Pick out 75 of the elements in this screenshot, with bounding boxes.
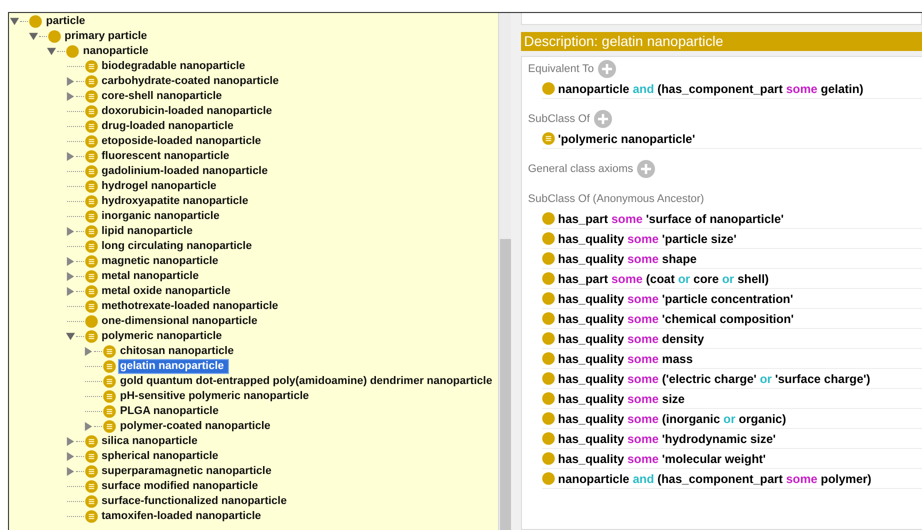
collapsed-arrow-icon[interactable] <box>66 467 74 476</box>
expanded-arrow-icon[interactable] <box>10 17 19 26</box>
tree-item[interactable]: inorganic nanoparticle <box>100 209 222 224</box>
tree-item[interactable]: particle <box>44 14 88 29</box>
collapsed-arrow-icon[interactable] <box>66 287 74 296</box>
tree-item[interactable]: metal nanoparticle <box>100 269 201 284</box>
axiom-expression[interactable]: has_quality some density <box>558 332 704 346</box>
expanded-arrow-icon[interactable] <box>28 32 38 41</box>
expanded-arrow-icon[interactable] <box>47 47 56 56</box>
tree-item[interactable]: gelatin nanoparticle <box>118 359 229 374</box>
tree-item[interactable]: surface modified nanoparticle <box>100 479 260 494</box>
axiom-expression[interactable]: has_quality some (inorganic or organic) <box>558 412 786 426</box>
collapsed-arrow-icon[interactable] <box>84 347 93 356</box>
tree-item[interactable]: methotrexate-loaded nanoparticle <box>100 299 280 314</box>
add-icon[interactable] <box>637 160 656 178</box>
axiom-expression[interactable]: has_quality some 'molecular weight' <box>558 452 766 466</box>
tree-item[interactable]: chitosan nanoparticle <box>118 344 236 359</box>
tree-item[interactable]: hydrogel nanoparticle <box>100 179 218 194</box>
axiom-expression[interactable]: has_quality some 'particle concentration' <box>558 292 794 306</box>
tree-item[interactable]: drug-loaded nanoparticle <box>100 119 236 134</box>
section-heading: General class axioms <box>528 163 634 175</box>
tree-item[interactable]: nanoparticle <box>81 44 150 59</box>
axiom-expression[interactable]: nanoparticle and (has_component_part some polymer) <box>558 472 872 486</box>
tree-item[interactable]: etoposide-loaded nanoparticle <box>100 134 264 149</box>
tree-item[interactable]: gold quantum dot-entrapped poly(amidoamine) dendrimer nanoparticle <box>118 374 494 389</box>
tree-item[interactable]: polymeric nanoparticle <box>100 329 224 344</box>
add-icon[interactable] <box>594 110 612 128</box>
collapsed-arrow-icon[interactable] <box>66 92 74 101</box>
tree-item[interactable]: spherical nanoparticle <box>100 449 220 464</box>
section-heading: Equivalent To <box>528 63 594 75</box>
tree-item[interactable]: magnetic nanoparticle <box>100 254 220 269</box>
tree-item[interactable]: doxorubicin-loaded nanoparticle <box>100 104 274 119</box>
axiom-expression[interactable]: has_part some (coat or core or shell) <box>558 272 769 286</box>
expanded-arrow-icon[interactable] <box>66 332 74 341</box>
tree-item[interactable]: metal oxide nanoparticle <box>100 284 232 299</box>
collapsed-arrow-icon[interactable] <box>66 227 74 236</box>
tree-item[interactable]: core-shell nanoparticle <box>100 89 224 104</box>
tree-item[interactable]: tamoxifen-loaded nanoparticle <box>100 509 264 524</box>
axiom-expression[interactable]: has_quality some size <box>558 392 685 406</box>
section-heading: SubClass Of (Anonymous Ancestor) <box>528 193 704 205</box>
tree-item[interactable]: carbohydrate-coated nanoparticle <box>100 74 281 89</box>
tree-item[interactable]: one-dimensional nanoparticle <box>100 314 260 329</box>
axiom-expression[interactable]: nanoparticle and (has_component_part some gelatin) <box>558 82 864 96</box>
axiom-expression[interactable]: has_quality some 'hydrodynamic size' <box>558 432 776 446</box>
axiom-expression[interactable]: has_quality some shape <box>558 252 697 266</box>
axiom-expression[interactable]: has_quality some 'particle size' <box>558 232 736 246</box>
collapsed-arrow-icon[interactable] <box>66 257 74 266</box>
collapsed-arrow-icon[interactable] <box>66 152 74 161</box>
axiom-expression[interactable]: 'polymeric nanoparticle' <box>558 132 696 146</box>
tree-item[interactable]: polymer-coated nanoparticle <box>118 419 272 434</box>
scrollbar[interactable] <box>498 13 511 530</box>
add-icon[interactable] <box>598 60 616 78</box>
axiom-expression[interactable]: has_quality some 'chemical composition' <box>558 312 794 326</box>
collapsed-arrow-icon[interactable] <box>84 422 93 431</box>
tree-item[interactable]: fluorescent nanoparticle <box>100 149 232 164</box>
collapsed-arrow-icon[interactable] <box>66 437 74 446</box>
description-header: Description: gelatin nanoparticle <box>521 32 922 51</box>
collapsed-arrow-icon[interactable] <box>66 272 74 281</box>
tree-item[interactable]: primary particle <box>62 29 150 44</box>
tree-item[interactable]: lipid nanoparticle <box>100 224 195 239</box>
collapsed-arrow-icon[interactable] <box>66 77 74 86</box>
tree-item[interactable]: surface-functionalized nanoparticle <box>100 494 289 509</box>
tree-item[interactable]: long circulating nanoparticle <box>100 239 254 254</box>
tree-item[interactable]: pH-sensitive polymeric nanoparticle <box>118 389 311 404</box>
section-heading: SubClass Of <box>528 113 590 125</box>
tree-item[interactable]: silica nanoparticle <box>100 434 200 449</box>
collapsed-arrow-icon[interactable] <box>66 452 74 461</box>
axiom-expression[interactable]: has_part some 'surface of nanoparticle' <box>558 212 784 226</box>
axiom-expression[interactable]: has_quality some mass <box>558 352 693 366</box>
axiom-expression[interactable]: has_quality some ('electric charge' or 'surface charge') <box>558 372 870 386</box>
tree-item[interactable]: hydroxyapatite nanoparticle <box>100 194 250 209</box>
tree-item[interactable]: biodegradable nanoparticle <box>100 59 248 74</box>
tree-item[interactable]: gadolinium-loaded nanoparticle <box>100 164 270 179</box>
tree-item[interactable]: PLGA nanoparticle <box>118 404 221 419</box>
tree-item[interactable]: superparamagnetic nanoparticle <box>100 464 274 479</box>
